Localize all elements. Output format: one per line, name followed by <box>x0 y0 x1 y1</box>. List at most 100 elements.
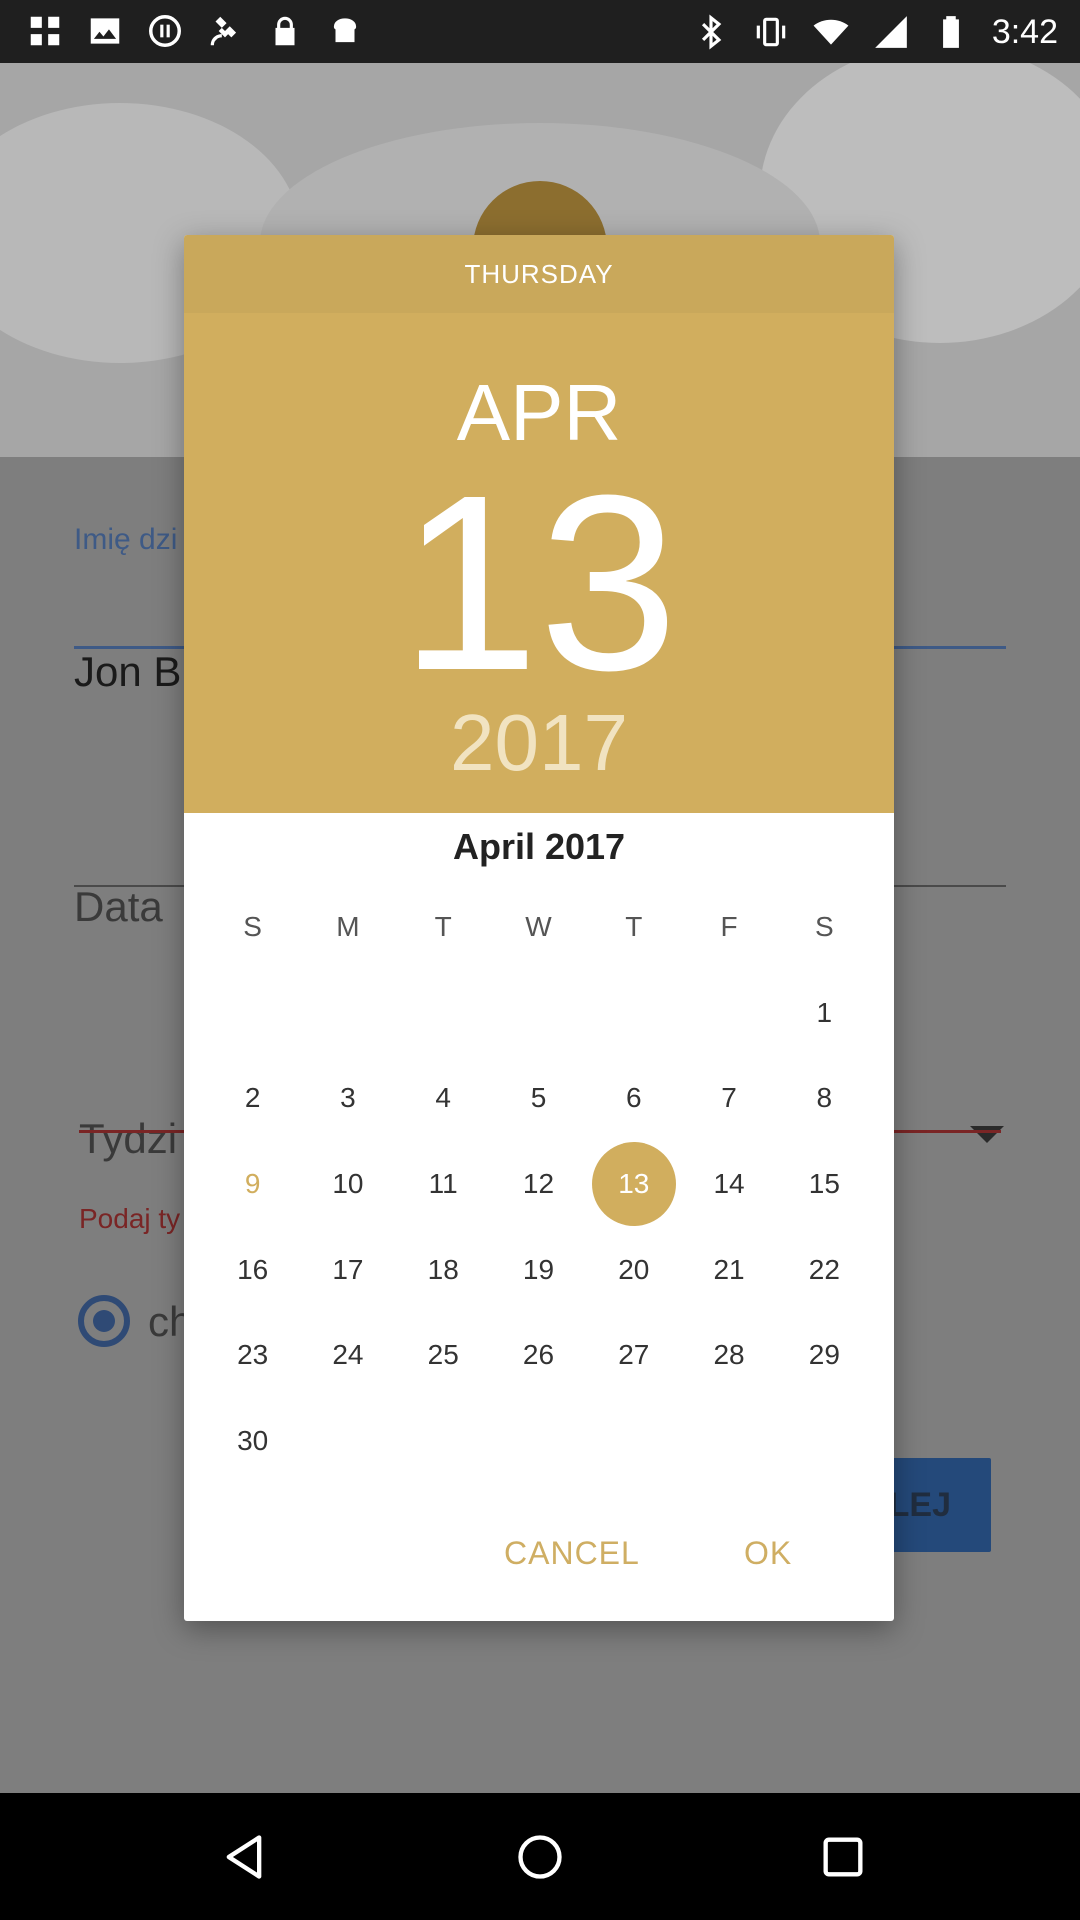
empty-day-cell <box>586 1398 681 1484</box>
header-year[interactable]: 2017 <box>184 703 894 783</box>
month-title: April 2017 <box>452 826 626 867</box>
calendar-weeks: 1 2 3 4 5 6 7 8 9 10 11 12 13 14 15 16 17 18 19 20 21 22 23 24 2… <box>205 970 872 1484</box>
header-month[interactable]: APR <box>184 373 894 453</box>
day-number: 29 <box>808 1339 840 1371</box>
calendar-grid: S M T W T F S 1 2 3 4 5 6 7 8 9 10 11 12 13 14 15 16 17 1… <box>205 897 872 1484</box>
header-day[interactable]: 13 <box>184 458 894 708</box>
day-cell[interactable]: 25 <box>396 1312 491 1398</box>
chevron-down-icon[interactable] <box>970 1126 1004 1143</box>
bluetooth-icon <box>701 14 722 50</box>
day-cell[interactable]: 4 <box>396 1056 491 1142</box>
status-bar: 3:42 <box>0 0 1080 63</box>
empty-day-cell <box>396 1398 491 1484</box>
weekday-label: S <box>814 911 834 942</box>
day-number: 14 <box>713 1167 745 1199</box>
day-number: 11 <box>428 1167 458 1199</box>
day-cell[interactable]: 10 <box>300 1141 395 1227</box>
lock-icon <box>275 16 295 46</box>
image-icon <box>90 18 120 44</box>
day-number: 3 <box>340 1082 356 1114</box>
day-cell[interactable]: 21 <box>681 1227 776 1313</box>
empty-day-cell <box>491 1398 586 1484</box>
day-number: 23 <box>237 1339 269 1371</box>
day-cell[interactable]: 16 <box>205 1227 300 1313</box>
back-icon[interactable] <box>218 1831 270 1883</box>
day-cell[interactable]: 1 <box>777 970 872 1056</box>
cancel-button[interactable]: CANCEL <box>504 1513 640 1593</box>
day-cell[interactable]: 14 <box>681 1141 776 1227</box>
day-number: 10 <box>332 1167 364 1199</box>
calendar-week-row: 30 <box>205 1398 872 1484</box>
day-number: 17 <box>332 1253 364 1285</box>
name-field[interactable]: Jon B <box>74 648 181 696</box>
day-cell[interactable]: 26 <box>491 1312 586 1398</box>
day-cell[interactable]: 19 <box>491 1227 586 1313</box>
name-label: Imię dzi <box>74 523 178 556</box>
empty-day-cell <box>681 1398 776 1484</box>
calendar-week-row: 9 10 11 12 13 14 15 <box>205 1141 872 1227</box>
weekday-label: T <box>434 911 452 942</box>
day-cell[interactable]: 8 <box>777 1056 872 1142</box>
day-cell[interactable]: 3 <box>300 1056 395 1142</box>
date-field[interactable]: Data <box>74 883 163 931</box>
calendar-week-row: 16 17 18 19 20 21 22 <box>205 1227 872 1313</box>
day-cell[interactable]: 18 <box>396 1227 491 1313</box>
day-number: 16 <box>237 1253 269 1285</box>
day-cell[interactable]: 29 <box>777 1312 872 1398</box>
grid-icon <box>30 16 60 46</box>
day-cell[interactable]: 5 <box>491 1056 586 1142</box>
week-error-text: Podaj ty <box>79 1203 181 1234</box>
signal-icon <box>874 16 907 48</box>
empty-day-cell <box>491 970 586 1056</box>
day-cell[interactable]: 23 <box>205 1312 300 1398</box>
day-number: 12 <box>522 1167 555 1199</box>
day-cell[interactable]: 20 <box>586 1227 681 1313</box>
weekday-label: T <box>625 911 643 942</box>
day-cell[interactable]: 17 <box>300 1227 395 1313</box>
empty-day-cell <box>681 970 776 1056</box>
day-number: 15 <box>808 1167 840 1199</box>
calendar-week-row: 23 24 25 26 27 28 29 <box>205 1312 872 1398</box>
dialog-actions: CANCEL OK <box>184 1513 894 1593</box>
day-cell[interactable]: 24 <box>300 1312 395 1398</box>
day-cell[interactable]: 9 <box>205 1141 300 1227</box>
day-cell[interactable]: 7 <box>681 1056 776 1142</box>
pause-icon <box>149 15 181 47</box>
home-icon[interactable] <box>514 1831 566 1883</box>
satellite-icon <box>210 16 237 46</box>
day-cell[interactable]: 27 <box>586 1312 681 1398</box>
recents-icon[interactable] <box>817 1831 869 1883</box>
day-number: 13 <box>618 1167 650 1199</box>
day-number: 26 <box>522 1339 555 1371</box>
day-number: 19 <box>522 1253 555 1285</box>
empty-day-cell <box>300 1398 395 1484</box>
empty-day-cell <box>586 970 681 1056</box>
day-cell[interactable]: 15 <box>777 1141 872 1227</box>
empty-day-cell <box>300 970 395 1056</box>
day-cell[interactable]: 6 <box>586 1056 681 1142</box>
vibrate-icon <box>756 17 786 47</box>
day-cell[interactable]: 12 <box>491 1141 586 1227</box>
day-cell[interactable]: 2 <box>205 1056 300 1142</box>
day-cell[interactable]: 11 <box>396 1141 491 1227</box>
ok-button[interactable]: OK <box>744 1513 792 1593</box>
weekday-label: W <box>525 911 552 942</box>
day-number: 20 <box>618 1253 650 1285</box>
weekday-label: M <box>336 911 360 942</box>
day-number: 21 <box>713 1253 745 1285</box>
week-select[interactable]: Tydzi <box>79 1115 177 1163</box>
day-cell[interactable]: 30 <box>205 1398 300 1484</box>
day-number: 6 <box>625 1082 642 1114</box>
day-cell[interactable]: 22 <box>777 1227 872 1313</box>
weekday-label: F <box>720 911 738 942</box>
day-cell[interactable]: 13 <box>586 1141 681 1227</box>
day-number: 2 <box>244 1082 261 1114</box>
status-left-icons <box>26 12 364 50</box>
day-of-week: THURSDAY <box>184 235 894 313</box>
day-cell[interactable]: 28 <box>681 1312 776 1398</box>
day-number: 5 <box>530 1082 547 1114</box>
battery-icon <box>942 16 959 48</box>
day-number: 7 <box>721 1082 737 1114</box>
calendar-week-row: 1 <box>205 970 872 1056</box>
radio-button[interactable] <box>78 1295 130 1347</box>
